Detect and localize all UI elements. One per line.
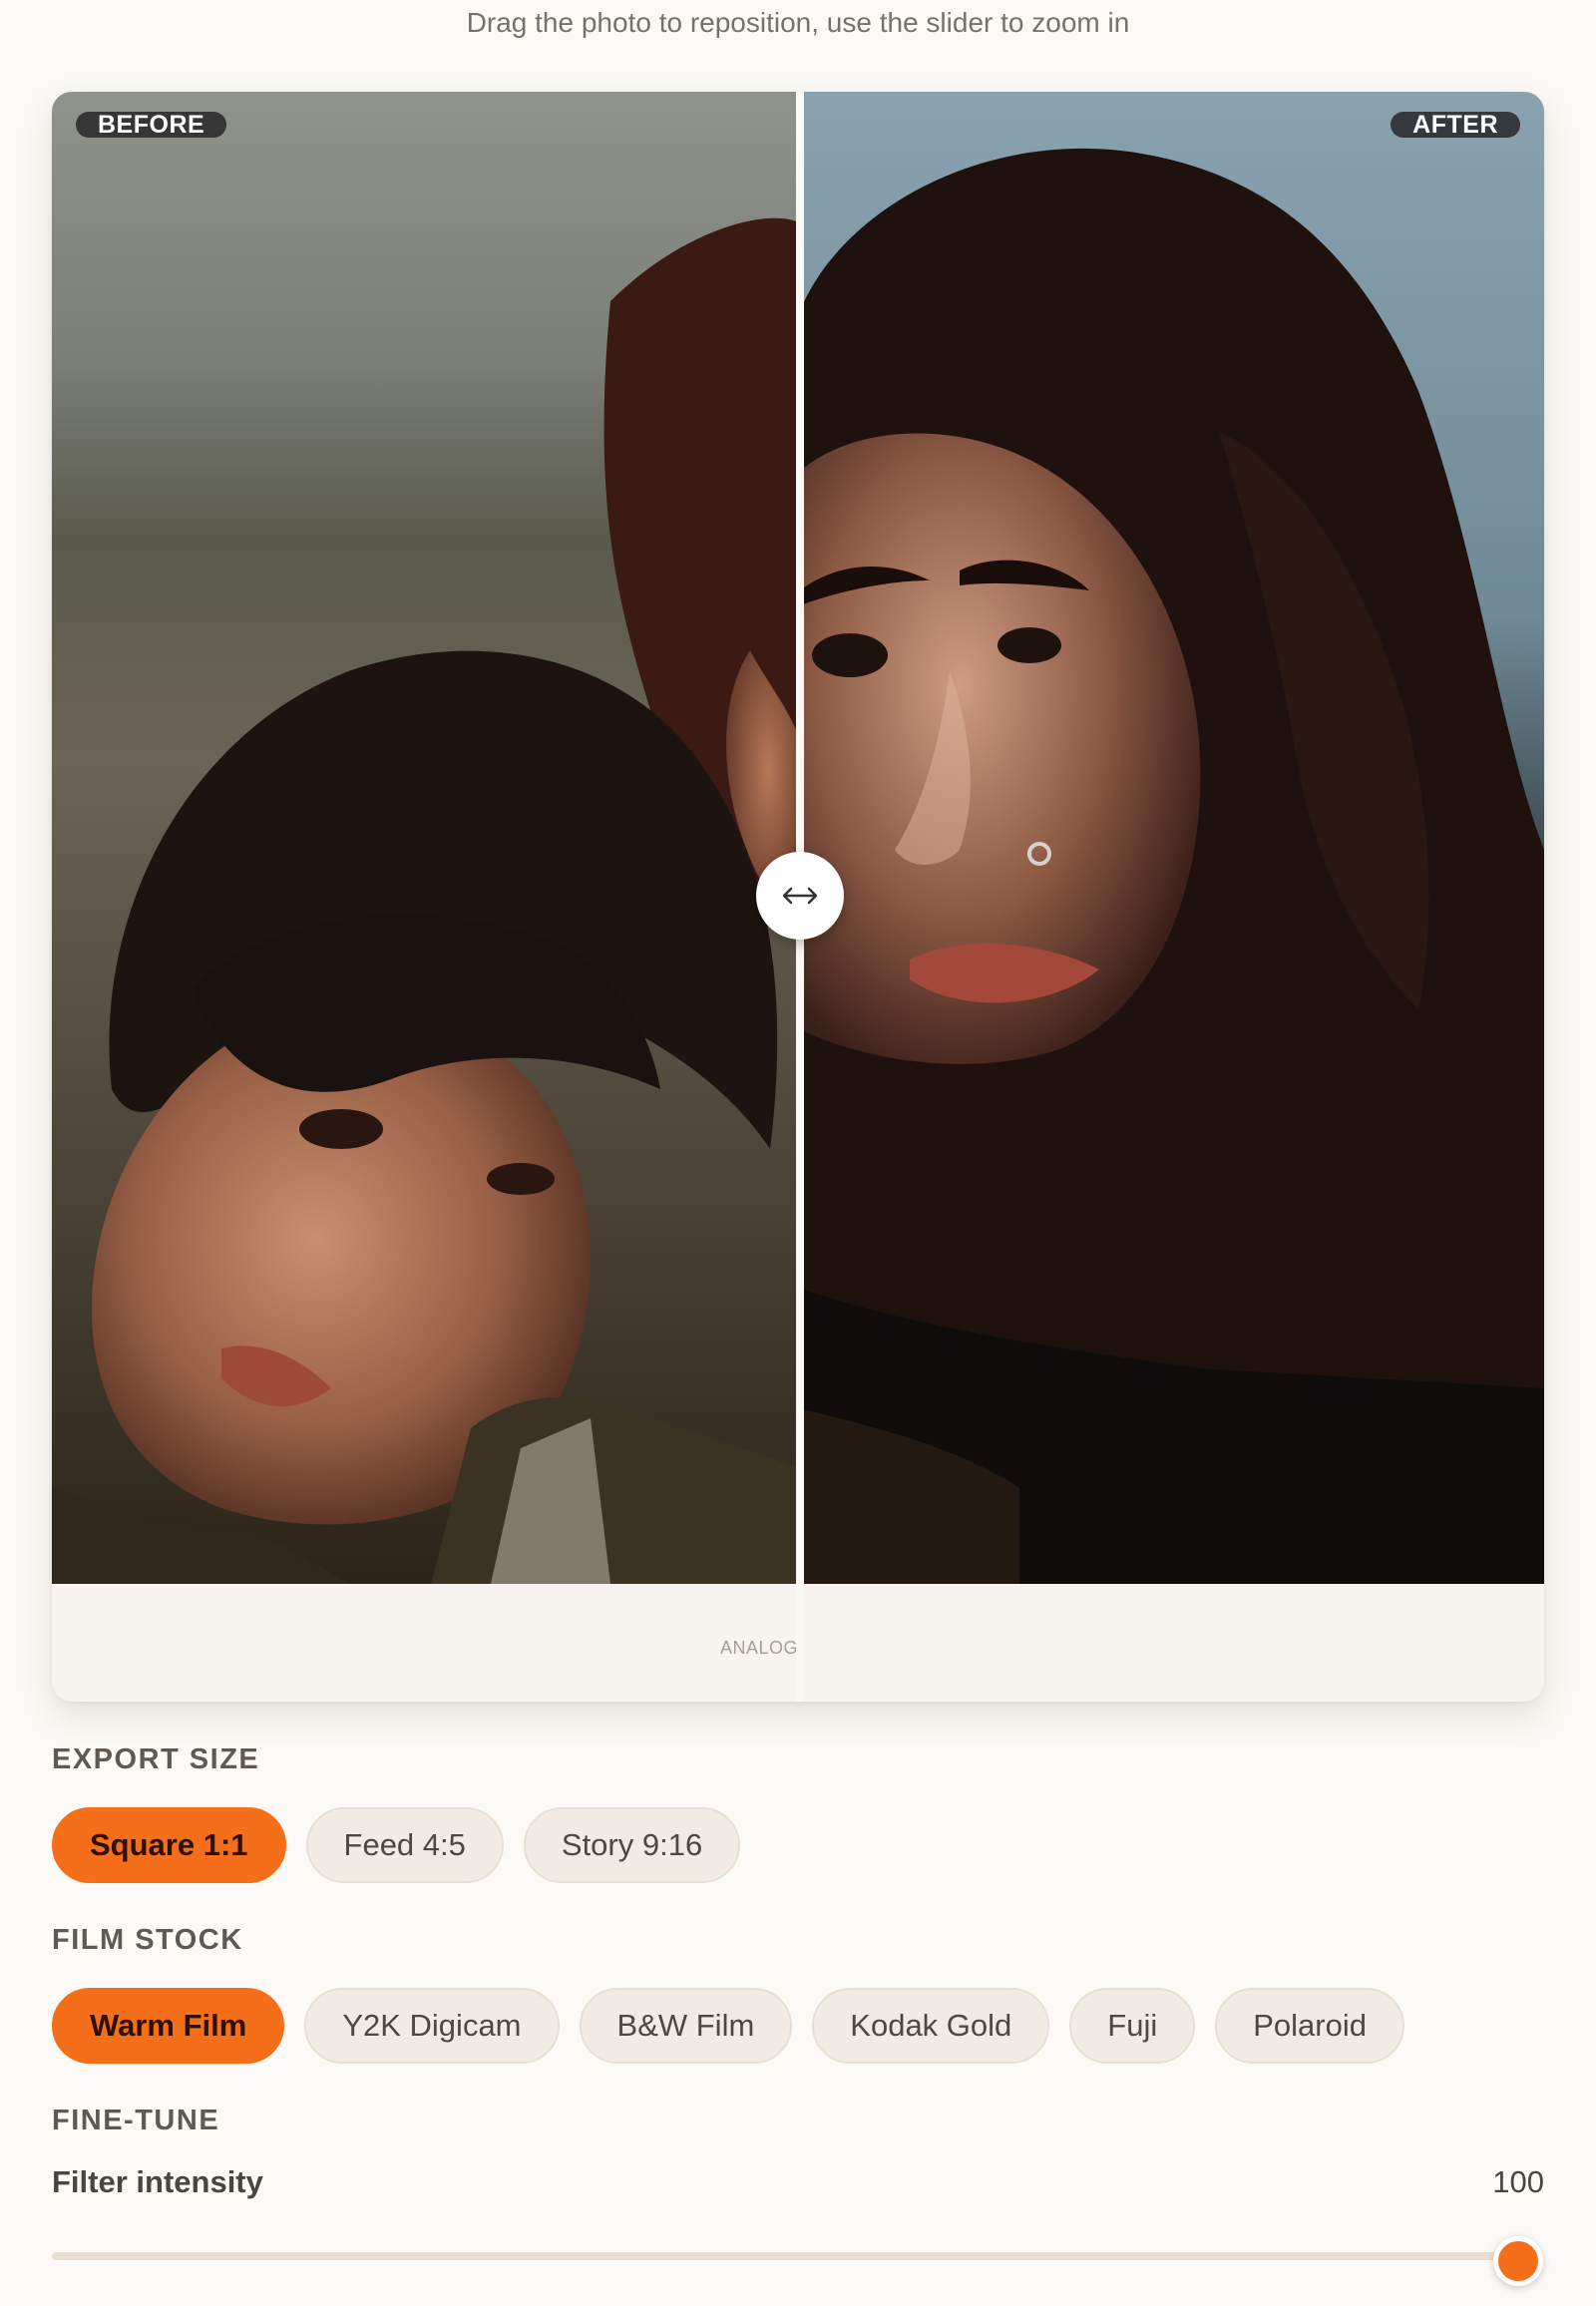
after-badge: AFTER [1391,112,1520,138]
chip-polaroid[interactable]: Polaroid [1215,1988,1404,2064]
before-badge: BEFORE [76,112,227,138]
compare-handle[interactable] [756,852,844,940]
film-stock-options: Warm Film Y2K Digicam B&W Film Kodak Gol… [52,1988,1404,2064]
slider-thumb[interactable] [1493,2236,1543,2286]
left-right-arrows-icon [782,887,818,905]
chip-fuji[interactable]: Fuji [1069,1988,1196,2064]
slider-fill [52,2252,1518,2260]
chip-feed[interactable]: Feed 4:5 [305,1807,504,1883]
before-after-compare[interactable]: BEFORE AFTER ANALOG [52,92,1544,1702]
filter-intensity-slider[interactable] [52,2252,1518,2260]
filter-intensity-value: 100 [1492,2164,1544,2199]
after-photo [800,92,1544,1584]
watermark-text: ANALOG [720,1638,799,1658]
filter-intensity-label: Filter intensity [52,2164,263,2199]
export-size-label: EXPORT SIZE [52,1743,260,1775]
instructions-hint: Drag the photo to reposition, use the sl… [466,7,1130,38]
film-stock-label: FILM STOCK [52,1924,243,1956]
before-photo [52,92,800,1584]
chip-kodak-gold[interactable]: Kodak Gold [812,1988,1050,2064]
chip-square[interactable]: Square 1:1 [52,1807,286,1883]
chip-bw-film[interactable]: B&W Film [579,1988,793,2064]
chip-y2k-digicam[interactable]: Y2K Digicam [304,1988,560,2064]
chip-story[interactable]: Story 9:16 [523,1807,741,1883]
fine-tune-label: FINE-TUNE [52,2105,220,2136]
chip-warm-film[interactable]: Warm Film [52,1988,285,2064]
export-size-options: Square 1:1 Feed 4:5 Story 9:16 [52,1807,741,1883]
